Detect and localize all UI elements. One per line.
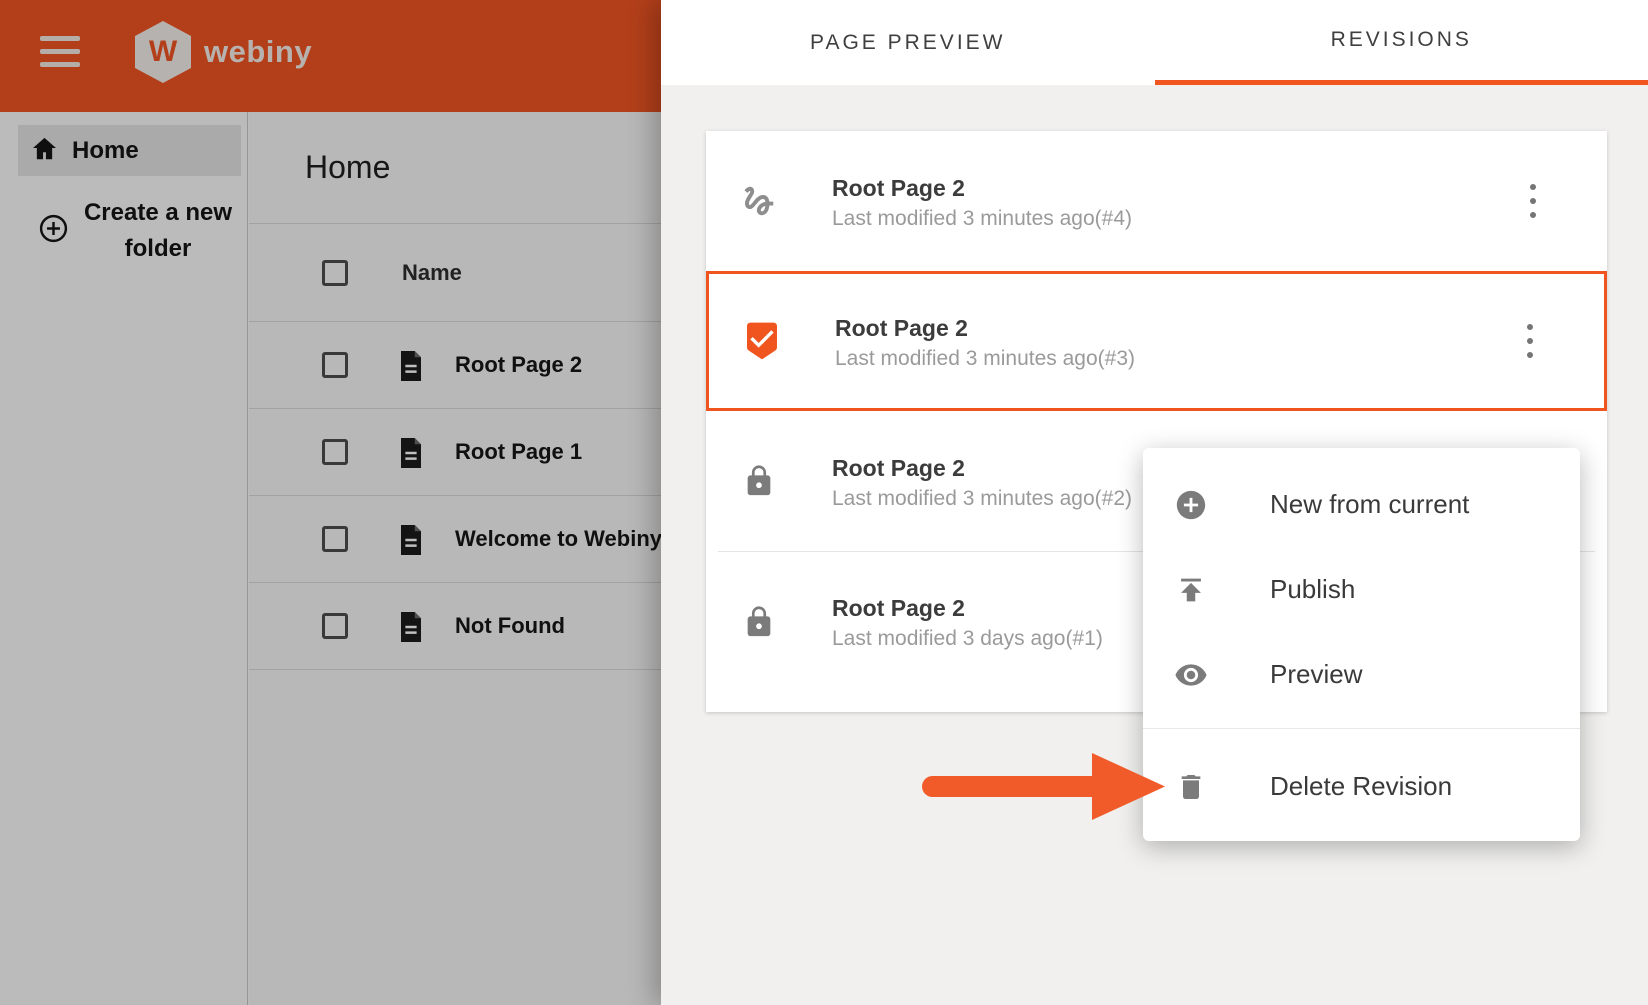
- revision-text: Root Page 2 Last modified 3 minutes ago(…: [835, 309, 1135, 374]
- eye-icon: [1174, 657, 1208, 693]
- locked-icon: [736, 464, 782, 498]
- tab-page-preview[interactable]: PAGE PREVIEW: [661, 0, 1155, 85]
- menu-item-delete-revision[interactable]: Delete Revision: [1143, 744, 1580, 829]
- drawer-tab-bar: PAGE PREVIEW REVISIONS: [661, 0, 1648, 85]
- published-check-shield-icon: [739, 321, 785, 361]
- revision-subtitle: Last modified 3 minutes ago(#4): [832, 204, 1132, 234]
- revision-text: Root Page 2 Last modified 3 minutes ago(…: [832, 449, 1132, 514]
- context-menu-delete-section: Delete Revision: [1143, 729, 1580, 841]
- menu-item-label: Preview: [1270, 659, 1362, 690]
- more-vert-icon[interactable]: [1523, 184, 1543, 218]
- annotation-arrow-icon: [922, 746, 1167, 831]
- context-menu-main-section: New from current Publish Preview: [1143, 448, 1580, 728]
- revision-title: Root Page 2: [832, 173, 1132, 204]
- menu-item-preview[interactable]: Preview: [1143, 632, 1580, 717]
- publish-icon: [1174, 573, 1208, 607]
- add-circle-icon: [1174, 488, 1208, 522]
- tab-revisions[interactable]: REVISIONS: [1155, 0, 1648, 85]
- revision-title: Root Page 2: [832, 453, 1132, 484]
- revision-row[interactable]: Root Page 2 Last modified 3 minutes ago(…: [706, 131, 1607, 271]
- revision-title: Root Page 2: [835, 313, 1135, 344]
- revision-subtitle: Last modified 3 minutes ago(#2): [832, 484, 1132, 514]
- menu-item-label: New from current: [1270, 489, 1469, 520]
- drawer-scrim-overlay[interactable]: [0, 0, 661, 1005]
- revision-text: Root Page 2 Last modified 3 days ago(#1): [832, 589, 1103, 654]
- revision-subtitle: Last modified 3 minutes ago(#3): [835, 344, 1135, 374]
- menu-item-publish[interactable]: Publish: [1143, 547, 1580, 632]
- revision-row-selected[interactable]: Root Page 2 Last modified 3 minutes ago(…: [706, 271, 1607, 411]
- revision-text: Root Page 2 Last modified 3 minutes ago(…: [832, 169, 1132, 234]
- locked-icon: [736, 605, 782, 639]
- revision-context-menu: New from current Publish Preview: [1143, 448, 1580, 841]
- revision-subtitle: Last modified 3 days ago(#1): [832, 624, 1103, 654]
- menu-item-label: Delete Revision: [1270, 771, 1452, 802]
- draft-gesture-icon: [736, 182, 782, 220]
- revision-title: Root Page 2: [832, 593, 1103, 624]
- more-vert-icon[interactable]: [1520, 324, 1540, 358]
- menu-item-new-from-current[interactable]: New from current: [1143, 462, 1580, 547]
- menu-item-label: Publish: [1270, 574, 1355, 605]
- revisions-drawer: PAGE PREVIEW REVISIONS Root Page 2 Last …: [661, 0, 1648, 1005]
- trash-icon: [1174, 771, 1208, 803]
